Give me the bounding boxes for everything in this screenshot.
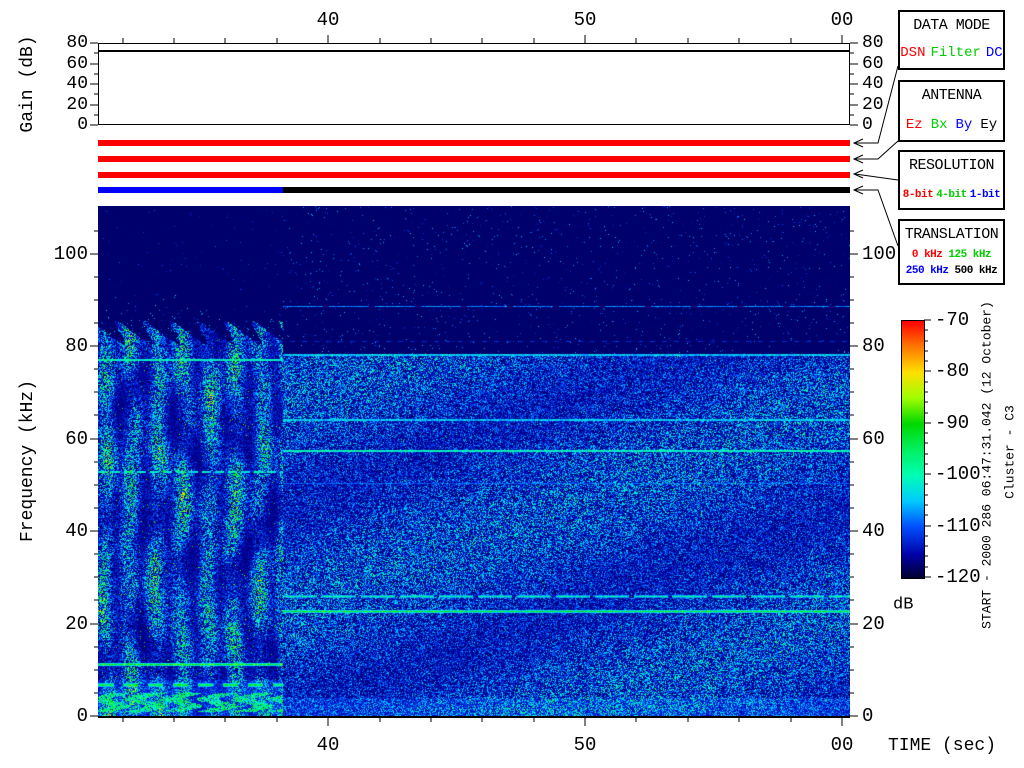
tick-label: 80 (862, 33, 884, 53)
tick-label: 40 (66, 74, 88, 94)
translation-value-125khz: 125 kHz (948, 249, 992, 261)
resolution-value-4bit: 4-bit (936, 189, 967, 201)
tick-label: 100 (53, 243, 88, 265)
tick-label: 50 (573, 9, 597, 31)
translation-title: TRANSLATION (904, 226, 999, 243)
resolution-title: RESOLUTION (908, 157, 995, 174)
tick-label: -100 (935, 463, 981, 485)
tick-label: -110 (935, 515, 981, 537)
tick-label: 20 (862, 613, 885, 635)
resolution-box: RESOLUTION 8-bit 4-bit 1-bit (898, 150, 1005, 210)
status-bar-data-mode (98, 140, 850, 146)
status-bar-resolution (98, 172, 850, 178)
antenna-value-ez: Ez (905, 117, 923, 133)
status-bar-translation (98, 187, 850, 193)
data-mode-title: DATA MODE (913, 17, 990, 34)
frequency-axis-label: Frequency (kHz) (18, 379, 38, 543)
tick-label: 0 (862, 115, 873, 135)
tick-label: -120 (935, 566, 981, 588)
antenna-box: ANTENNA Ez Bx By Ey (898, 80, 1005, 142)
translation-value-500khz: 500 kHz (954, 265, 998, 277)
tick-label: 20 (66, 95, 88, 115)
tick-label: 100 (862, 243, 897, 265)
tick-label: 40 (65, 520, 88, 542)
tick-label: 40 (316, 734, 340, 756)
colorbar-unit-label: dB (893, 595, 914, 615)
antenna-value-by: By (955, 117, 973, 133)
status-bar-segment (98, 140, 850, 146)
data-mode-value-dsn: DSN (900, 45, 926, 61)
status-bar-segment (98, 172, 850, 178)
data-mode-value-dc: DC (985, 45, 1003, 61)
data-mode-value-filter: Filter (930, 45, 981, 61)
tick-label: -80 (935, 360, 970, 382)
tick-label: 40 (316, 9, 340, 31)
tick-label: 0 (862, 705, 874, 727)
translation-value-0khz: 0 kHz (911, 249, 943, 261)
resolution-value-8bit: 8-bit (902, 189, 934, 201)
gain-panel (98, 43, 850, 125)
tick-label: 60 (862, 428, 885, 450)
tick-label: 00 (830, 9, 854, 31)
antenna-title: ANTENNA (921, 87, 982, 104)
tick-label: 80 (66, 33, 88, 53)
spacecraft-annotation: Cluster - C3 (1002, 405, 1018, 499)
tick-label: 00 (830, 734, 854, 756)
translation-value-250khz: 250 kHz (905, 265, 949, 277)
status-bar-antenna (98, 156, 850, 162)
tick-label: 60 (862, 54, 884, 74)
gain-level-line (99, 50, 849, 52)
colorbar (901, 320, 925, 579)
antenna-value-ey: Ey (980, 117, 998, 133)
tick-label: 20 (65, 613, 88, 635)
tick-label: 60 (65, 428, 88, 450)
resolution-value-1bit: 1-bit (969, 189, 1001, 201)
tick-label: 80 (862, 335, 885, 357)
tick-label: 0 (77, 115, 88, 135)
status-bar-segment (283, 187, 850, 193)
tick-label: 60 (66, 54, 88, 74)
tick-label: 0 (76, 705, 88, 727)
tick-label: 40 (862, 74, 884, 94)
tick-label: 40 (862, 520, 885, 542)
status-bar-segment (98, 187, 284, 193)
status-bar-segment (98, 156, 850, 162)
data-mode-box: DATA MODE DSN Filter DC (898, 10, 1005, 70)
tick-label: 80 (65, 335, 88, 357)
tick-label: -90 (935, 412, 970, 434)
antenna-value-bx: Bx (930, 117, 948, 133)
tick-label: -70 (935, 309, 970, 331)
tick-label: 50 (573, 734, 597, 756)
time-axis-label: TIME (sec) (888, 736, 997, 756)
tick-label: 20 (862, 95, 884, 115)
spectrogram-canvas (98, 206, 850, 716)
gain-axis-label: Gain (dB) (18, 35, 38, 133)
translation-box: TRANSLATION 0 kHz 125 kHz 250 kHz 500 kH… (898, 219, 1005, 285)
start-time-annotation: START - 2000 286 06:47:31.042 (12 Octobe… (979, 301, 995, 629)
wbd-spectrogram-display: Gain (dB) Frequency (kHz) 40 40 50 50 00 00 0 0… (0, 0, 1024, 768)
